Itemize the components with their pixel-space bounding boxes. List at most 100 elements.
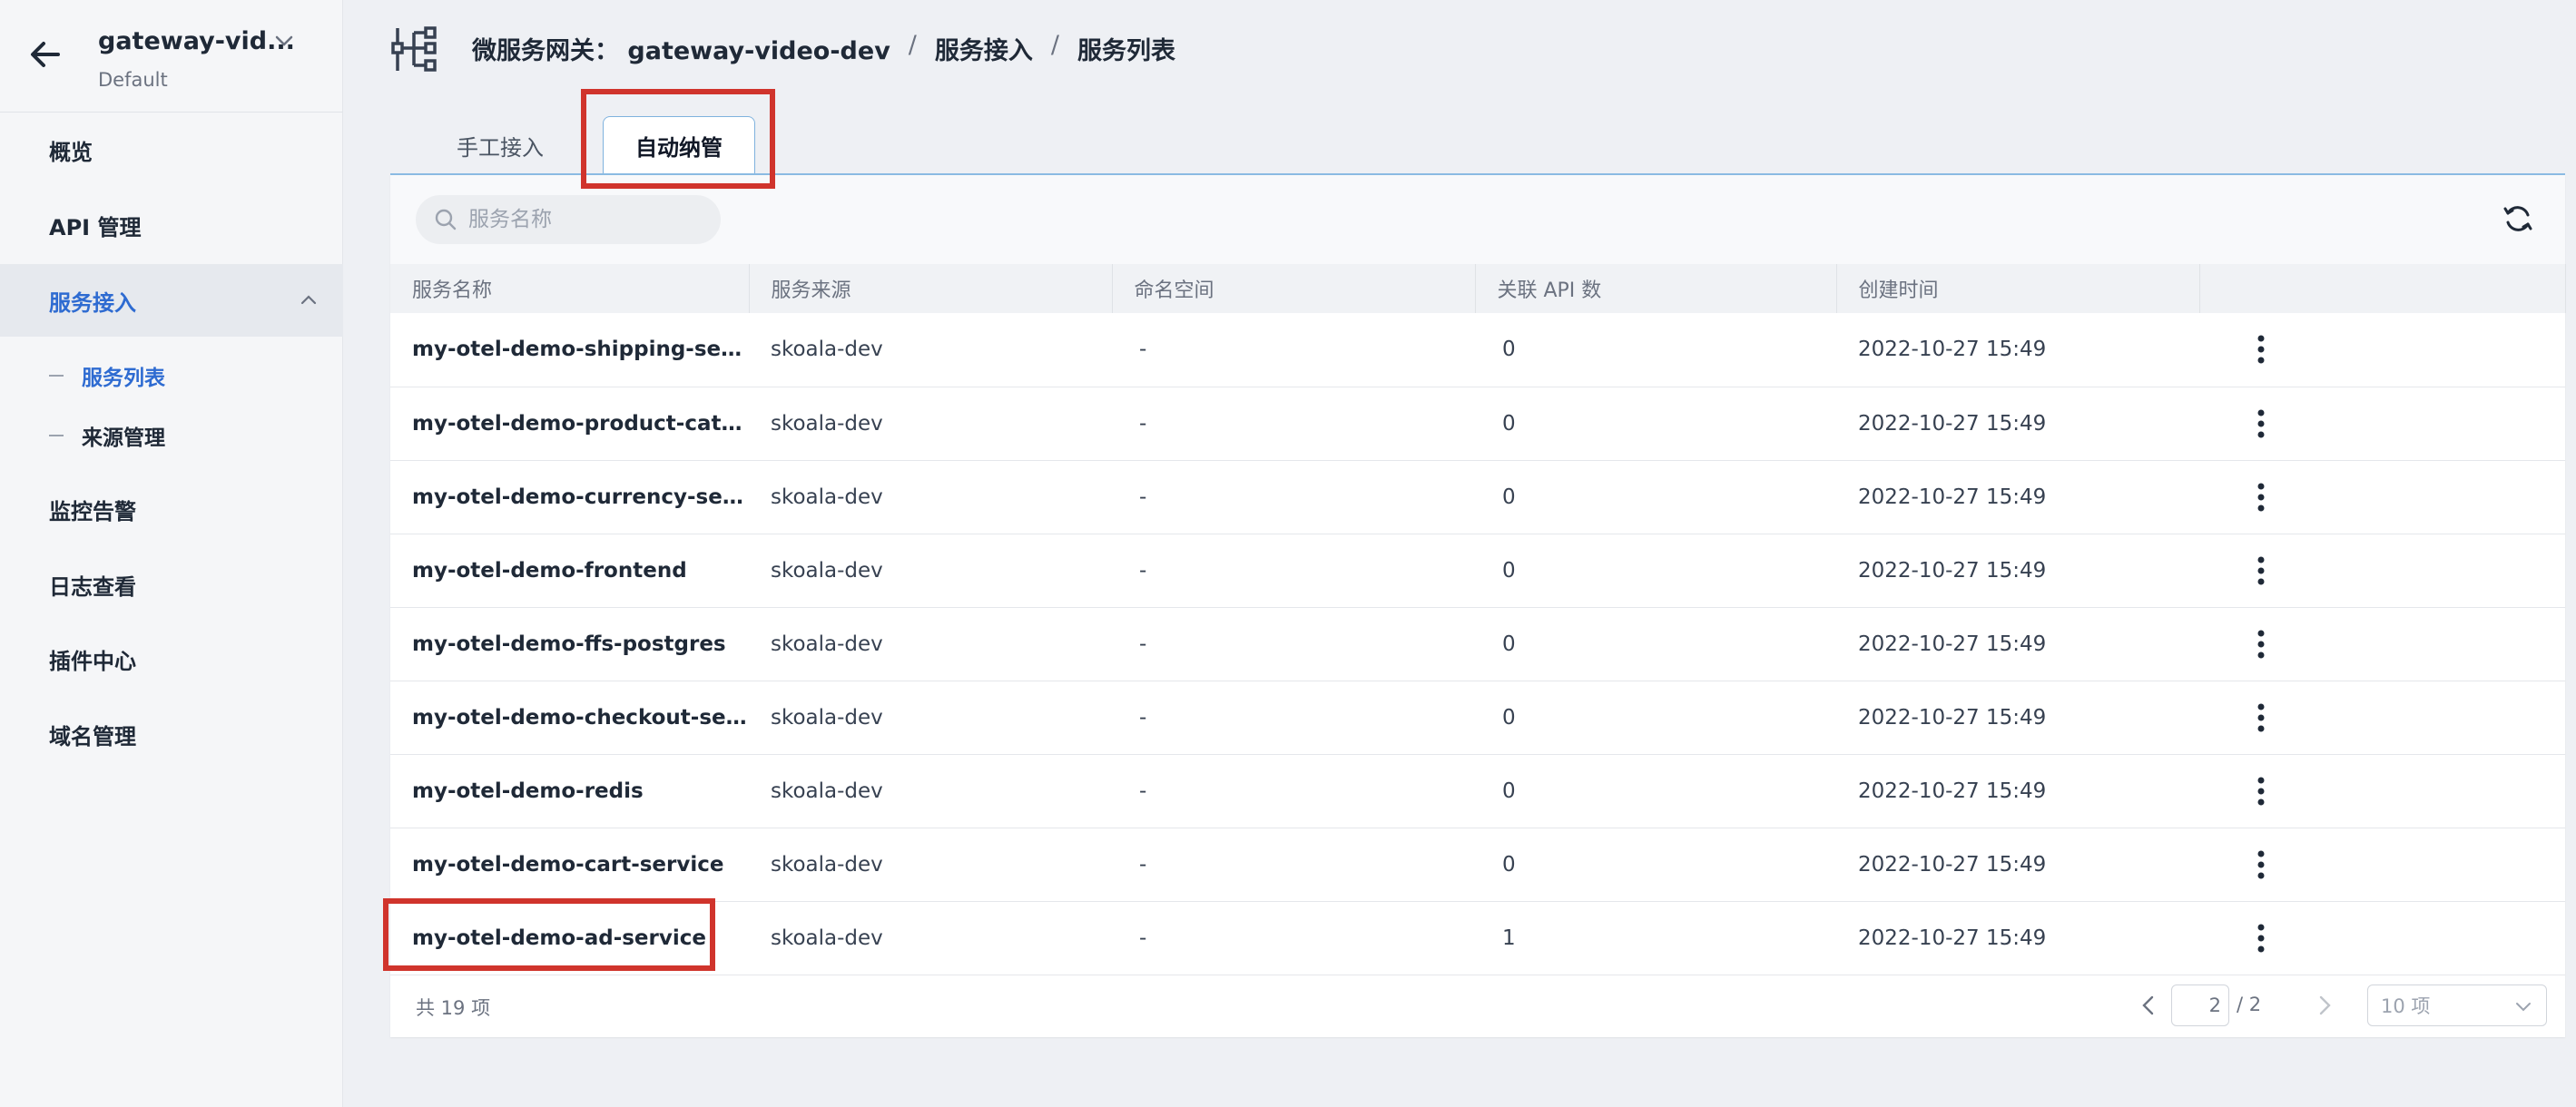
sidebar-subitem-source-management[interactable]: 来源管理 [49,413,165,458]
table-row[interactable]: my-otel-demo-ffs-postgres skoala-dev -0 202… [390,607,2565,681]
chevron-down-icon [2516,1003,2531,1012]
actions-cell [2199,387,2565,461]
pagination-bar: 共 19 项 / 2 10 项 [390,974,2565,1037]
table-row[interactable]: my-otel-demo-cart-service skoala-dev -0 202… [390,828,2565,902]
namespace-cell: - [1112,828,1475,902]
service-source-cell: skoala-dev [749,534,1112,608]
service-source-cell: skoala-dev [749,681,1112,755]
service-source-cell: skoala-dev [749,313,1112,387]
created-time-cell: 2022-10-27 15:49 [1836,901,2199,975]
sidebar: gateway-vid... Default 概览 API 管理 服务接入 服务… [0,0,343,1107]
chevron-left-icon[interactable] [2133,990,2164,1021]
api-count-cell: 0 [1475,313,1836,387]
sidebar-item-overview[interactable]: 概览 [0,113,343,186]
table-row[interactable]: my-otel-demo-frontend skoala-dev -0 2022-10… [390,534,2565,608]
search-input[interactable] [468,208,704,231]
created-time-cell: 2022-10-27 15:49 [1836,607,2199,681]
more-vertical-icon[interactable] [2248,331,2274,367]
service-name-cell[interactable]: my-otel-demo-redis [390,754,749,828]
more-vertical-icon[interactable] [2248,406,2274,442]
sidebar-item-monitoring-alerts[interactable]: 监控告警 [0,473,343,545]
search-icon [435,209,457,230]
column-header-service-name: 服务名称 [390,264,750,313]
breadcrumb: 微服务网关： gateway-video-dev / 服务接入 / 服务列表 [472,31,1175,66]
table-row[interactable]: my-otel-demo-shipping-service skoala-dev -… [390,313,2565,387]
service-name-cell[interactable]: my-otel-demo-frontend [390,534,749,608]
more-vertical-icon[interactable] [2248,479,2274,515]
created-time-cell: 2022-10-27 15:49 [1836,534,2199,608]
namespace-cell: - [1112,607,1475,681]
search-box[interactable] [416,195,721,244]
sidebar-item-api-management[interactable]: API 管理 [0,189,343,261]
created-time-cell: 2022-10-27 15:49 [1836,313,2199,387]
actions-cell [2199,607,2565,681]
more-vertical-icon[interactable] [2248,626,2274,662]
column-header-api-count: 关联 API 数 [1475,264,1837,313]
api-count-cell: 0 [1475,607,1836,681]
highlight-box-ad-service [383,898,715,971]
gateway-name[interactable]: gateway-vid... [98,27,295,55]
highlight-box-tab [581,89,775,189]
table-row[interactable]: my-otel-demo-currency-service skoala-dev -… [390,460,2565,534]
namespace-cell: - [1112,901,1475,975]
chevron-down-icon[interactable] [272,29,296,53]
api-count-cell: 0 [1475,387,1836,461]
namespace-cell: - [1112,681,1475,755]
service-name-cell[interactable]: my-otel-demo-checkout-service [390,681,749,755]
table-header: 服务名称 服务来源 命名空间 关联 API 数 创建时间 [390,264,2566,313]
table-row[interactable]: my-otel-demo-product-catalo... skoala-dev… [390,387,2565,461]
total-count: 共 19 项 [416,997,491,1019]
more-vertical-icon[interactable] [2248,700,2274,736]
api-count-cell: 0 [1475,828,1836,902]
service-name-cell[interactable]: my-otel-demo-ffs-postgres [390,607,749,681]
service-name-cell[interactable]: my-otel-demo-shipping-service [390,313,749,387]
breadcrumb-gateway[interactable]: 微服务网关： gateway-video-dev [472,31,890,66]
page-number-input[interactable] [2171,985,2229,1026]
table-row[interactable]: my-otel-demo-checkout-service skoala-dev -… [390,681,2565,755]
actions-cell [2199,828,2565,902]
total-pages: / 2 [2237,994,2262,1015]
more-vertical-icon[interactable] [2248,847,2274,883]
created-time-cell: 2022-10-27 15:49 [1836,460,2199,534]
namespace-cell: - [1112,313,1475,387]
namespace-cell: - [1112,460,1475,534]
service-table: 服务名称 服务来源 命名空间 关联 API 数 创建时间 my-otel-dem… [390,264,2566,975]
service-name-cell[interactable]: my-otel-demo-product-catalo... [390,387,749,461]
column-header-namespace: 命名空间 [1112,264,1476,313]
more-vertical-icon[interactable] [2248,773,2274,809]
service-source-cell: skoala-dev [749,901,1112,975]
gateway-switcher: gateway-vid... Default [0,0,343,113]
breadcrumb-separator: / [908,31,917,59]
chevron-up-icon [300,295,317,305]
actions-cell [2199,534,2565,608]
namespace-cell: - [1112,754,1475,828]
actions-cell [2199,313,2565,387]
column-header-service-source: 服务来源 [749,264,1113,313]
sidebar-item-log-viewer[interactable]: 日志查看 [0,548,343,621]
api-count-cell: 0 [1475,460,1836,534]
sidebar-item-plugin-center[interactable]: 插件中心 [0,622,343,695]
table-row[interactable]: my-otel-demo-ad-service skoala-dev -1 2022-… [390,901,2565,975]
chevron-right-icon[interactable] [2309,990,2340,1021]
sidebar-subitem-service-list[interactable]: 服务列表 [49,353,165,398]
refresh-icon[interactable] [2502,202,2534,235]
created-time-cell: 2022-10-27 15:49 [1836,754,2199,828]
sidebar-item-domain-management[interactable]: 域名管理 [0,698,343,770]
more-vertical-icon[interactable] [2248,920,2274,956]
breadcrumb-service-access[interactable]: 服务接入 [935,31,1033,66]
api-count-cell: 0 [1475,534,1836,608]
sidebar-item-service-access[interactable]: 服务接入 [0,264,343,337]
service-name-cell[interactable]: my-otel-demo-cart-service [390,828,749,902]
table-row[interactable]: my-otel-demo-redis skoala-dev -0 2022-10-27… [390,754,2565,828]
service-name-cell[interactable]: my-otel-demo-currency-service [390,460,749,534]
tab-manual-access[interactable]: 手工接入 [423,116,577,174]
more-vertical-icon[interactable] [2248,553,2274,589]
breadcrumb-separator: / [1050,31,1060,59]
created-time-cell: 2022-10-27 15:49 [1836,828,2199,902]
page-size-select[interactable]: 10 项 [2367,985,2547,1026]
created-time-cell: 2022-10-27 15:49 [1836,387,2199,461]
api-count-cell: 1 [1475,901,1836,975]
back-arrow-icon[interactable] [25,34,65,74]
namespace-cell: - [1112,534,1475,608]
service-list-panel: 服务名称 服务来源 命名空间 关联 API 数 创建时间 my-otel-dem… [390,175,2566,1037]
